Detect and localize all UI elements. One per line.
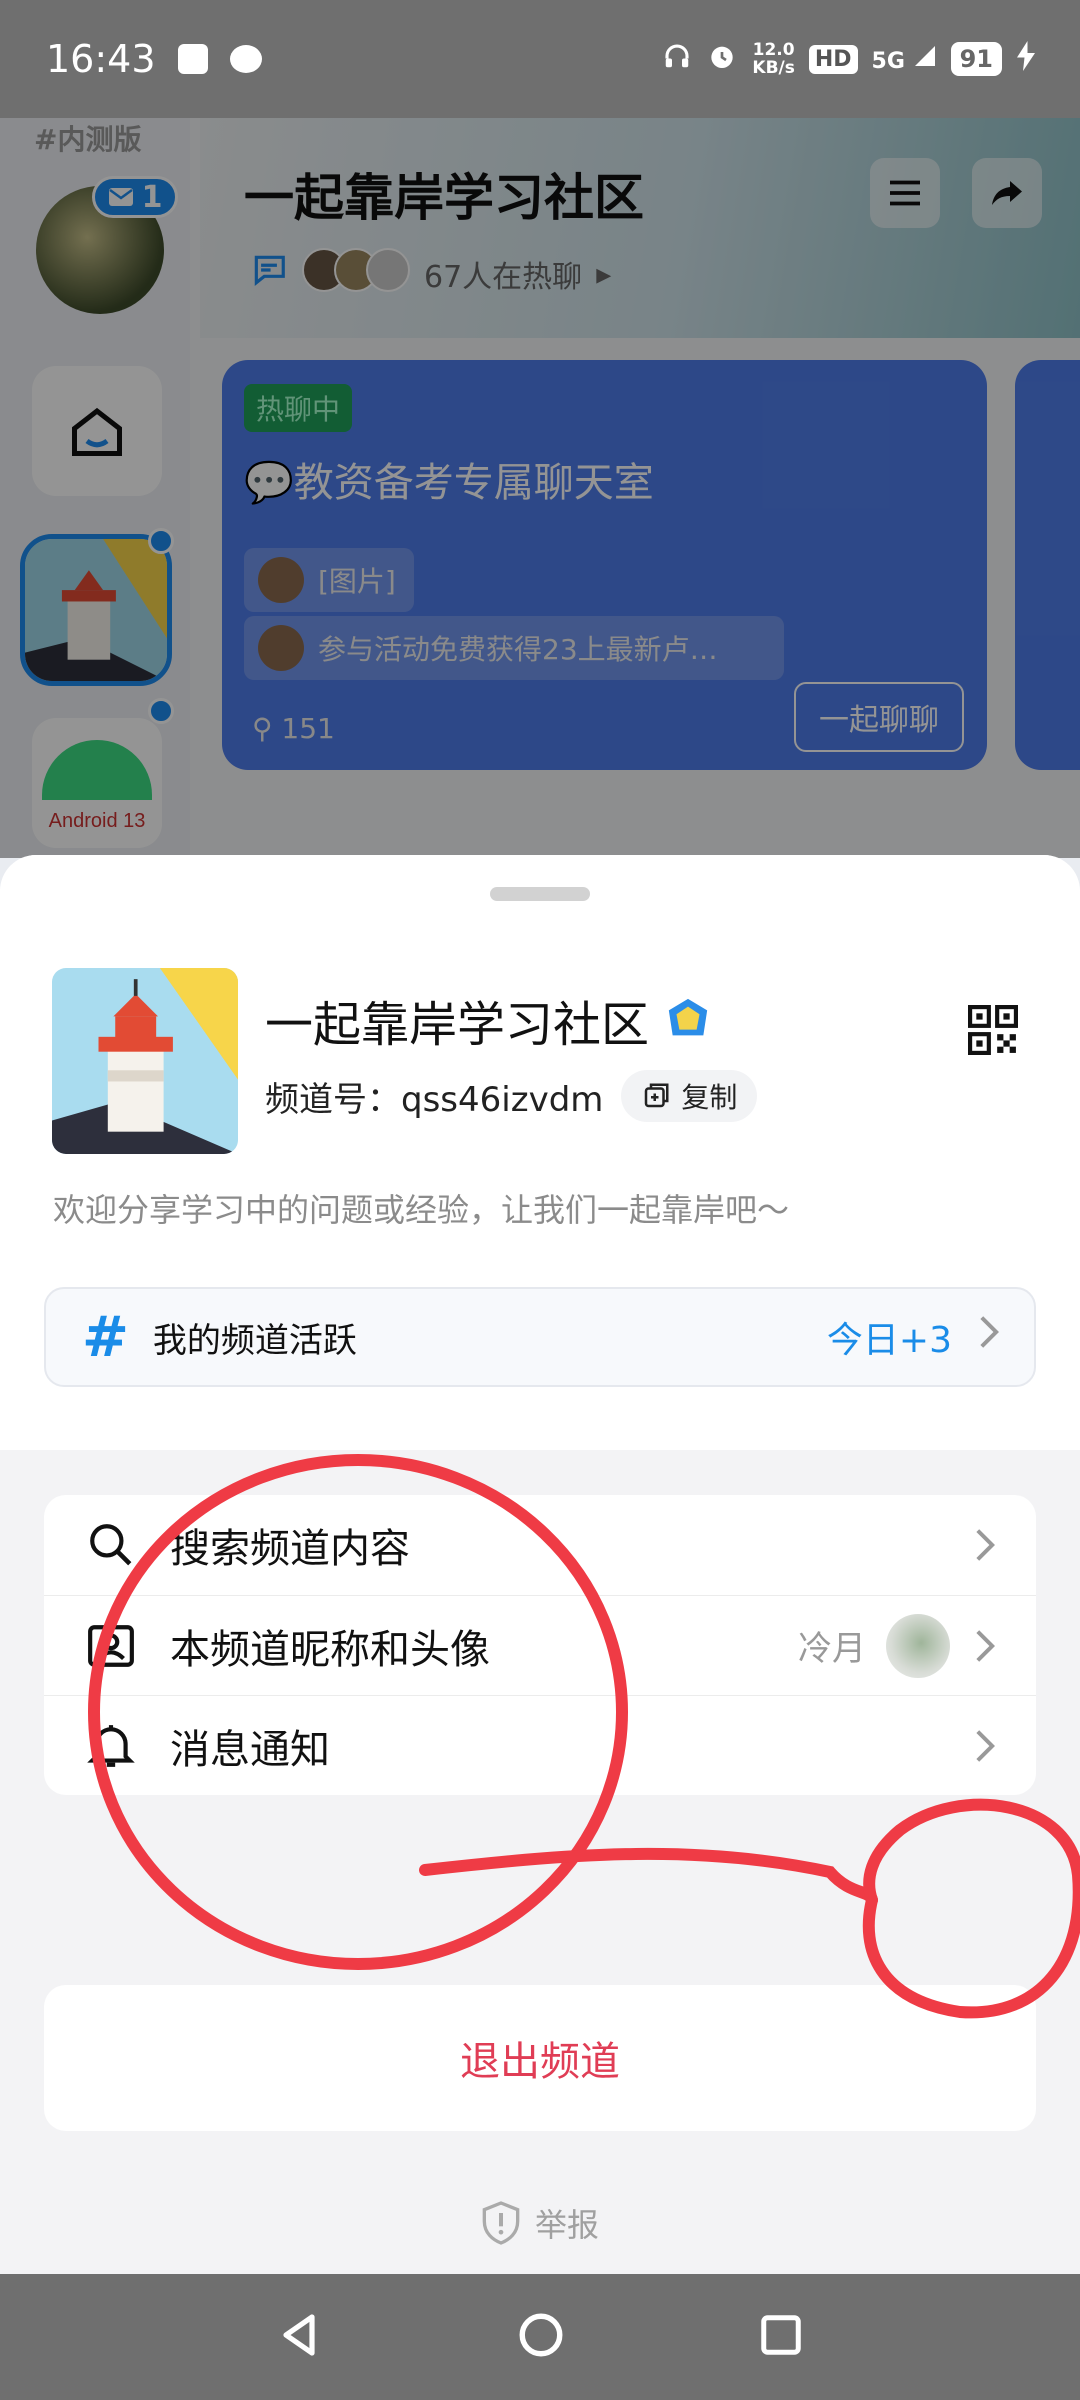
channel-menu: 搜索频道内容 本频道昵称和头像 冷月 消息通知	[44, 1495, 1036, 1795]
shield-icon	[482, 2201, 520, 2245]
channel-id-label: 频道号：	[265, 1079, 401, 1120]
activity-value: 今日+3	[826, 1320, 952, 1361]
qr-code-icon	[968, 1005, 1018, 1055]
chevron-right-icon	[978, 1314, 1000, 1360]
home-circle-icon	[519, 2313, 563, 2357]
charging-icon	[1016, 41, 1036, 77]
recents-icon	[761, 2315, 801, 2355]
home-button[interactable]	[516, 2310, 566, 2364]
menu-search-channel[interactable]: 搜索频道内容	[44, 1495, 1036, 1595]
alarm-icon	[706, 40, 738, 78]
menu-label: 消息通知	[170, 1726, 330, 1773]
status-time: 16:43	[46, 37, 156, 81]
network-speed: 12.0 KB/s	[752, 40, 795, 78]
system-nav-bar	[0, 2274, 1080, 2400]
nickname-value: 冷月	[798, 1629, 866, 1669]
report-button[interactable]: 举报	[0, 2200, 1080, 2246]
activity-label: 我的频道活跃	[152, 1320, 357, 1361]
copy-id-button[interactable]: 复制	[621, 1070, 758, 1122]
hash-icon: #	[82, 1304, 129, 1370]
back-button[interactable]	[276, 2310, 324, 2364]
recents-button[interactable]	[758, 2312, 804, 2362]
app-notification-icon	[177, 44, 208, 74]
verified-badge-icon	[668, 998, 708, 1036]
headphones-icon	[662, 41, 692, 77]
chevron-right-icon	[976, 1529, 996, 1561]
hd-badge: HD	[808, 44, 858, 74]
message-bubble-icon	[229, 45, 262, 73]
channel-info-sheet: 一起靠岸学习社区 频道号：qss46izvdm 复制 欢迎分享学习中的问题或经验…	[0, 855, 1080, 2275]
signal-indicator: 5G	[872, 44, 937, 74]
channel-avatar	[886, 1613, 950, 1678]
battery-indicator: 91	[950, 42, 1002, 76]
status-bar: 16:43 12.0 KB/s HD 5G 91	[0, 0, 1080, 118]
search-icon	[90, 1524, 132, 1566]
bell-icon	[87, 1724, 135, 1767]
scrim[interactable]	[0, 118, 1080, 858]
chevron-right-icon	[976, 1629, 996, 1662]
back-icon	[283, 2314, 315, 2356]
menu-nickname-avatar[interactable]: 本频道昵称和头像 冷月	[44, 1595, 1036, 1695]
channel-id-row: 频道号：qss46izvdm 复制	[265, 1070, 758, 1122]
channel-id: qss46izvdm	[401, 1079, 604, 1120]
copy-icon	[645, 1083, 669, 1108]
channel-logo	[52, 968, 238, 1154]
drag-handle[interactable]	[490, 887, 590, 901]
chevron-right-icon	[976, 1729, 996, 1762]
channel-name: 一起靠岸学习社区	[265, 985, 711, 1055]
menu-label: 本频道昵称和头像	[170, 1626, 490, 1673]
exit-channel-button[interactable]: 退出频道	[44, 1985, 1036, 2131]
channel-activity-row[interactable]: # 我的频道活跃 今日+3	[44, 1287, 1036, 1387]
menu-label: 搜索频道内容	[170, 1526, 410, 1572]
qr-code-button[interactable]	[968, 1005, 1018, 1055]
menu-notifications[interactable]: 消息通知	[44, 1695, 1036, 1795]
channel-info-header: 一起靠岸学习社区 频道号：qss46izvdm 复制 欢迎分享学习中的问题或经验…	[0, 855, 1080, 1450]
channel-description: 欢迎分享学习中的问题或经验，让我们一起靠岸吧～	[53, 1191, 790, 1229]
portrait-icon	[88, 1624, 134, 1667]
